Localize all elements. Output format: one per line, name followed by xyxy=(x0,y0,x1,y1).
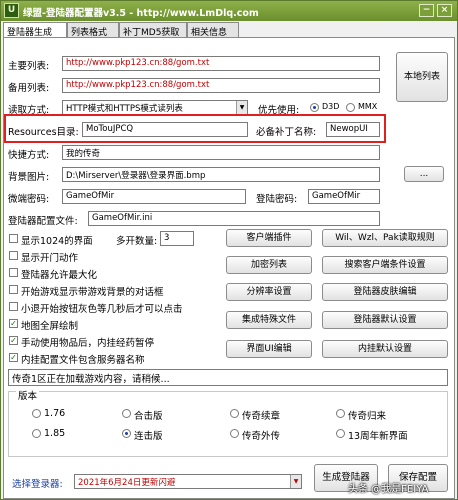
version-return-radio[interactable] xyxy=(336,409,345,418)
local-list-button[interactable]: 本地列表 xyxy=(396,52,448,102)
shortcut-input[interactable]: 我的传奇 xyxy=(62,145,380,160)
read-mode-select[interactable]: HTTP模式和HTTPS模式读列表 ▼ xyxy=(62,100,248,115)
checkbox-1024-ui[interactable] xyxy=(9,234,18,243)
status-input[interactable]: 传奇1区正在加载游戏内容，请稍候... xyxy=(8,369,448,386)
version-176-label: 1.76 xyxy=(44,408,66,419)
backup-list-input[interactable]: http://www.pkp123.cn:88/gom.txt xyxy=(62,78,380,93)
patch-name-input[interactable]: NewopUI xyxy=(326,122,380,137)
version-185-radio[interactable] xyxy=(32,429,41,438)
version-sequel-label: 传奇续章 xyxy=(242,411,281,422)
minimize-button[interactable]: − xyxy=(419,4,434,17)
version-combo-radio[interactable] xyxy=(122,409,131,418)
login-pwd-label: 登陆密码: xyxy=(256,194,298,205)
micro-pwd-input[interactable]: GameOfMir xyxy=(62,189,246,204)
background-input[interactable]: D:\Mirserver\登录器\登录界面.bmp xyxy=(62,167,380,182)
generator-panel: 主要列表: http://www.pkp123.cn:88/gom.txt 备用… xyxy=(3,37,455,499)
version-label: 版本 xyxy=(16,388,40,402)
select-login-label: 选择登录器: xyxy=(12,479,63,490)
checkbox-1024-ui-label: 显示1024的界面 xyxy=(21,236,93,247)
tab-patch-md5[interactable]: 补丁MD5获取 xyxy=(119,22,187,38)
background-label: 背景图片: xyxy=(8,172,50,183)
plugin-default-button[interactable]: 内挂默认设置 xyxy=(322,340,448,358)
wil-rules-button[interactable]: Wil、Wzl、Pak读取规则 xyxy=(322,229,448,247)
checkbox-server-name[interactable]: ✓ xyxy=(9,353,18,362)
resources-input[interactable]: MoTouJPCQ xyxy=(82,122,248,137)
priority-d3d-label: D3D xyxy=(322,102,340,111)
version-176-radio[interactable] xyxy=(32,409,41,418)
checkbox-gray-start[interactable] xyxy=(9,302,18,311)
encrypt-list-button[interactable]: 加密列表 xyxy=(226,256,312,274)
version-13th-label: 13周年新界面 xyxy=(348,431,408,442)
chevron-down-icon: ▼ xyxy=(290,475,301,488)
client-plugin-button[interactable]: 客户端插件 xyxy=(226,229,312,247)
checkbox-fullscreen-map-label: 地图全屏绘制 xyxy=(21,321,79,332)
main-list-label: 主要列表: xyxy=(8,61,50,72)
checkbox-server-name-label: 内挂配置文件包含服务器名称 xyxy=(21,355,145,366)
patch-name-label: 必备补丁名称: xyxy=(256,127,317,138)
version-outer-radio[interactable] xyxy=(230,429,239,438)
app-logo-icon: U xyxy=(4,3,19,18)
multi-count-label: 多开数量: xyxy=(116,236,158,247)
checkbox-maximize-label: 登陆器允许最大化 xyxy=(21,270,98,281)
ui-edit-button[interactable]: 界面UI编辑 xyxy=(226,340,312,358)
main-list-input[interactable]: http://www.pkp123.cn:88/gom.txt xyxy=(62,56,380,71)
checkbox-maximize[interactable] xyxy=(9,268,18,277)
resources-label: Resources目录: xyxy=(8,127,79,138)
version-group xyxy=(8,391,448,457)
close-button[interactable]: × xyxy=(437,4,452,17)
checkbox-fullscreen-map[interactable]: ✓ xyxy=(9,319,18,328)
config-file-label: 登陆器配置文件: xyxy=(8,216,78,227)
special-files-button[interactable]: 集成特殊文件 xyxy=(226,311,312,329)
search-client-button[interactable]: 搜索客户端条件设置 xyxy=(322,256,448,274)
title-bar[interactable]: U 绿盟-登陆器配置器v3.5 - http://www.LmDlq.com −… xyxy=(1,1,457,21)
select-login-value: 2021年6月24日更新闪避 xyxy=(78,478,176,488)
checkbox-gray-start-label: 小退开始按钮灰色等几秒后才可以点击 xyxy=(21,304,183,315)
tab-list-format[interactable]: 列表格式 xyxy=(67,22,119,38)
select-login-select[interactable]: 2021年6月24日更新闪避 ▼ xyxy=(74,474,302,489)
window-title: 绿盟-登陆器配置器v3.5 - http://www.LmDlq.com xyxy=(23,8,259,19)
watermark: 头条 @我是FEIYA xyxy=(348,484,429,495)
tab-about[interactable]: 相关信息 xyxy=(187,22,239,38)
priority-d3d-radio[interactable] xyxy=(310,103,319,112)
version-chain-label: 连击版 xyxy=(134,431,163,442)
read-mode-value: HTTP模式和HTTPS模式读列表 xyxy=(66,104,183,114)
checkbox-pause-drug-label: 手动使用物品后，内挂经药暂停 xyxy=(21,338,155,349)
chevron-down-icon: ▼ xyxy=(236,101,247,114)
checkbox-bg-dialog[interactable] xyxy=(9,285,18,294)
browse-button[interactable]: ... xyxy=(404,166,444,182)
micro-pwd-label: 微端密码: xyxy=(8,194,50,205)
main-window: U 绿盟-登陆器配置器v3.5 - http://www.LmDlq.com −… xyxy=(0,0,458,500)
multi-count-input[interactable]: 3 xyxy=(160,231,194,246)
version-outer-label: 传奇外传 xyxy=(242,431,281,442)
version-sequel-radio[interactable] xyxy=(230,409,239,418)
skin-edit-button[interactable]: 登陆器皮肤编辑 xyxy=(322,283,448,301)
version-combo-label: 合击版 xyxy=(134,411,163,422)
login-pwd-input[interactable]: GameOfMir xyxy=(308,189,380,204)
checkbox-pause-drug[interactable]: ✓ xyxy=(9,336,18,345)
resolution-button[interactable]: 分辨率设置 xyxy=(226,283,312,301)
version-return-label: 传奇归来 xyxy=(348,411,387,422)
config-file-input[interactable]: GameOfMir.ini xyxy=(88,211,380,226)
shortcut-label: 快捷方式: xyxy=(8,150,50,161)
version-185-label: 1.85 xyxy=(44,428,66,439)
version-13th-radio[interactable] xyxy=(336,429,345,438)
version-chain-radio[interactable] xyxy=(122,429,131,438)
priority-mmx-radio[interactable] xyxy=(346,103,355,112)
checkbox-door-anim[interactable] xyxy=(9,251,18,260)
checkbox-bg-dialog-label: 开始游戏显示带游戏背景的对话框 xyxy=(21,287,164,298)
login-default-button[interactable]: 登陆器默认设置 xyxy=(322,311,448,329)
checkbox-door-anim-label: 显示开门动作 xyxy=(21,253,79,264)
backup-list-label: 备用列表: xyxy=(8,83,50,94)
priority-mmx-label: MMX xyxy=(358,102,378,111)
